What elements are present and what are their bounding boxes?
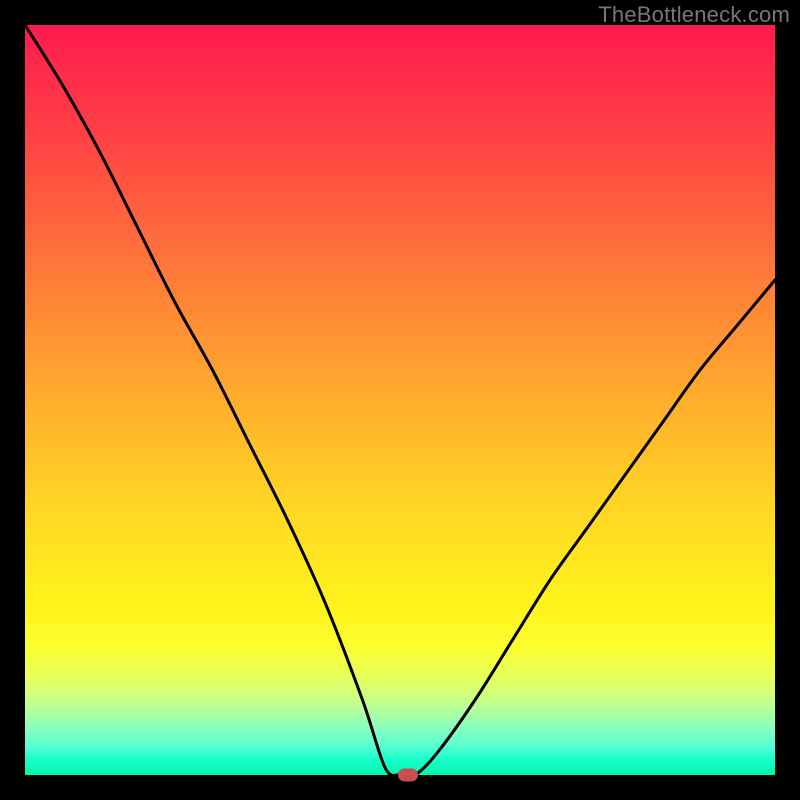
curve-svg (25, 25, 775, 775)
bottleneck-curve (25, 25, 775, 775)
optimum-marker (398, 769, 418, 782)
plot-area (25, 25, 775, 775)
chart-frame: TheBottleneck.com (0, 0, 800, 800)
